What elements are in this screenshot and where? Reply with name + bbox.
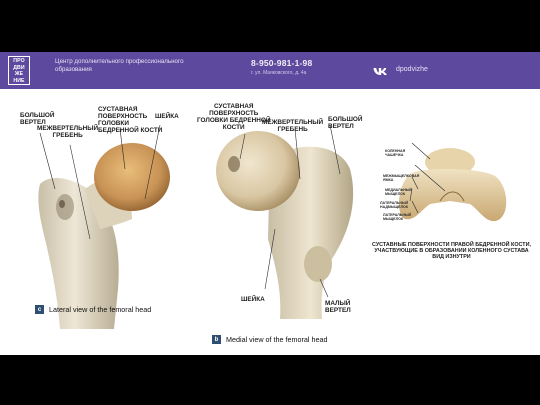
label-intertrochanteric-crest-medial: МЕЖВЕРТЕЛЬНЫЙ ГРЕБЕНЬ — [262, 119, 324, 133]
logo-line: ДВИ — [13, 64, 25, 71]
label-lesser-trochanter: МАЛЫЙ ВЕРТЕЛ — [325, 300, 351, 314]
label-articular-surface: СУСТАВНАЯ ПОВЕРХНОСТЬ ГОЛОВКИ БЕДРЕННОЙ … — [98, 106, 163, 134]
label-greater-trochanter: БОЛЬШОЙ ВЕРТЕЛ — [20, 112, 55, 126]
lesser-trochanter — [304, 246, 332, 282]
label-greater-trochanter-medial: БОЛЬШОЙ ВЕРТЕЛ — [328, 116, 363, 130]
caption-badge: b — [212, 335, 221, 344]
label-intertrochanteric-crest: МЕЖВЕРТЕЛЬНЫЙ ГРЕБЕНЬ — [37, 125, 99, 139]
logo-line: НИЕ — [13, 77, 25, 84]
social-handle[interactable]: dpodvizhe — [396, 66, 428, 73]
header-bar: ПРО ДВИ ЖЕ НИЕ Центр дополнительного про… — [0, 52, 540, 89]
label-articular-surface-medial: СУСТАВНАЯ ПОВЕРХНОСТЬ ГОЛОВКИ БЕДРЕННОЙ … — [197, 103, 271, 131]
address: г. ул. Маяковского, д. 4а — [251, 70, 307, 76]
phone-number[interactable]: 8-950-981-1-98 — [251, 58, 312, 68]
brand-logo[interactable]: ПРО ДВИ ЖЕ НИЕ — [8, 56, 30, 85]
caption-badge: c — [35, 305, 44, 314]
vk-icon[interactable] — [373, 67, 390, 76]
logo-line: ПРО — [13, 58, 25, 64]
femur-head — [94, 143, 170, 211]
caption-medial: b Medial view of the femoral head — [212, 335, 327, 344]
caption-text: Medial view of the femoral head — [226, 335, 328, 344]
organization-name: Центр дополнительного профессионального … — [55, 58, 215, 74]
label-neck: ШЕЙКА — [155, 113, 179, 120]
femur-head — [216, 131, 300, 211]
label-patella: КОЛЕННАЯ ЧАШЕЧКА — [385, 149, 406, 157]
label-lateral-condyle: ЛАТЕРАЛЬНЫЙ МЫЩЕЛОК — [383, 213, 412, 221]
knee-caption: СУСТАВНЫЕ ПОВЕРХНОСТИ ПРАВОЙ БЕДРЕННОЙ К… — [372, 242, 531, 261]
label-intercondylar-fossa: МЕЖМЫЩЕЛКОВАЯ ЯМКА — [383, 174, 420, 182]
label-lateral-epicondyle: ЛАТЕРАЛЬНЫЙ НАДМЫЩЕЛОК — [380, 201, 409, 209]
knee-illustration — [398, 142, 507, 222]
logo-line: ЖЕ — [14, 71, 24, 78]
caption-text: Lateral view of the femoral head — [49, 305, 152, 314]
slide-content: БОЛЬШОЙ ВЕРТЕЛ МЕЖВЕРТЕЛЬНЫЙ ГРЕБЕНЬ СУС… — [0, 89, 540, 355]
label-medial-condyle: МЕДИАЛЬНЫЙ МЫЩЕЛОК — [385, 188, 412, 196]
caption-lateral: c Lateral view of the femoral head — [35, 305, 151, 314]
organization-name-line: Центр дополнительного профессионального — [55, 58, 184, 65]
label-neck-medial: ШЕЙКА — [241, 296, 265, 303]
organization-name-line: образования — [55, 66, 92, 73]
